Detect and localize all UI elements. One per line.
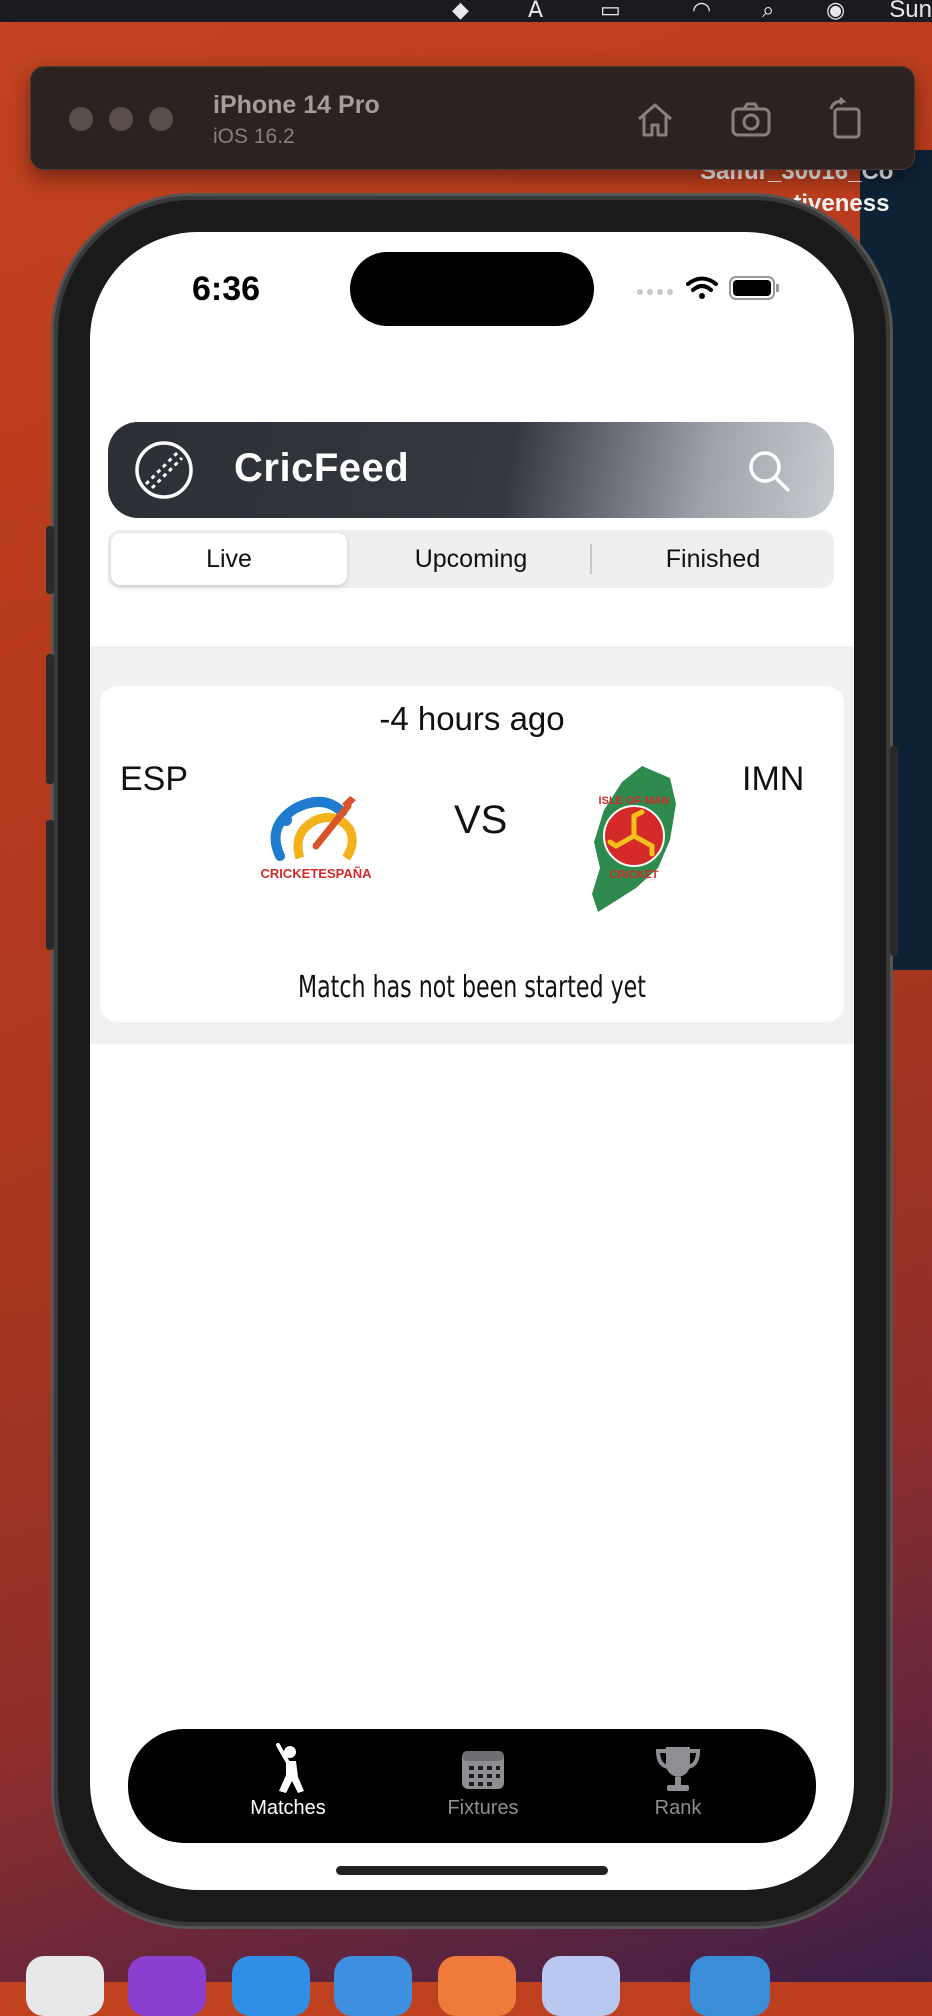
segment-upcoming[interactable]: Upcoming: [353, 533, 589, 585]
vs-label: VS: [454, 798, 508, 842]
team2-logo-text-bottom: CRICKET: [610, 869, 659, 881]
search-icon[interactable]: ⌕: [762, 0, 774, 23]
keyboard-input-icon[interactable]: A: [528, 0, 543, 23]
screenshot-button[interactable]: [727, 95, 775, 143]
action-button[interactable]: [46, 526, 54, 594]
segment-divider: [590, 544, 592, 574]
match-status-text: Match has not been started yet: [298, 970, 646, 1005]
cricket-ball-icon: [135, 441, 193, 499]
search-icon[interactable]: [744, 446, 794, 496]
minimize-window-button[interactable]: [109, 107, 133, 131]
team1-logo: CRICKETESPAÑA: [261, 796, 373, 881]
app-header: CricFeed: [108, 422, 834, 518]
control-center-icon[interactable]: ◉: [826, 0, 845, 23]
dynamic-island: [350, 252, 594, 326]
app-title: CricFeed: [234, 446, 410, 490]
tab-fixtures[interactable]: Fixtures: [383, 1735, 583, 1835]
match-status-segmented-control: Live Upcoming Finished: [108, 530, 834, 588]
team1-logo-text: CRICKETESPAÑA: [261, 866, 373, 881]
simulator-device-name: iPhone 14 Pro: [213, 91, 380, 119]
power-button[interactable]: [890, 746, 898, 956]
calendar-icon: [462, 1751, 504, 1789]
rotate-button[interactable]: [823, 95, 871, 143]
rotate-icon: [829, 96, 861, 139]
wifi-icon[interactable]: ◠: [692, 0, 711, 23]
match-list: -4 hours ago ESP IMN CRICKETESPAÑA VS IS…: [90, 646, 854, 1044]
home-indicator[interactable]: [336, 1866, 608, 1875]
battery-icon[interactable]: ▭: [600, 0, 621, 23]
home-icon: [638, 103, 672, 137]
menubar-clock[interactable]: Sun: [889, 0, 932, 24]
dock-app-folder[interactable]: [690, 1956, 770, 2016]
shield-icon[interactable]: ◆: [452, 0, 469, 23]
iphone-frame: 6:36 CricFeed Live Upcoming Finished -4 …: [46, 196, 898, 1926]
segment-finished[interactable]: Finished: [595, 533, 831, 585]
dock-app-xcode[interactable]: [232, 1956, 310, 2016]
zoom-window-button[interactable]: [149, 107, 173, 131]
mac-menubar: ◆ A ▭ ◠ ⌕ ◉ Sun: [0, 0, 932, 24]
home-button[interactable]: [631, 95, 679, 143]
match-card[interactable]: -4 hours ago ESP IMN CRICKETESPAÑA VS IS…: [100, 686, 844, 1022]
close-window-button[interactable]: [69, 107, 93, 131]
simulator-os-version: iOS 16.2: [213, 125, 295, 148]
team2-logo-text-top: ISLE OF MAN: [599, 795, 670, 807]
battery-icon: [729, 276, 779, 300]
dock-app-swift-playgrounds[interactable]: [438, 1956, 516, 2016]
tab-matches-label: Matches: [250, 1797, 326, 1819]
status-bar-icons: [637, 276, 779, 300]
tab-rank[interactable]: Rank: [578, 1735, 778, 1835]
phone-screen: 6:36 CricFeed Live Upcoming Finished -4 …: [90, 232, 854, 1890]
team2-logo: ISLE OF MAN CRICKET: [592, 766, 676, 912]
tab-matches[interactable]: Matches: [188, 1735, 388, 1835]
team1-code: ESP: [120, 760, 189, 798]
status-bar-time: 6:36: [192, 270, 261, 308]
tab-rank-label: Rank: [654, 1797, 702, 1819]
team2-code: IMN: [742, 760, 805, 798]
trophy-icon: [655, 1747, 701, 1791]
volume-down-button[interactable]: [46, 820, 54, 950]
camera-icon: [731, 102, 771, 137]
dock-app-podcasts[interactable]: [128, 1956, 206, 2016]
match-time-ago: -4 hours ago: [379, 700, 565, 737]
segment-live[interactable]: Live: [111, 533, 347, 585]
simulator-toolbar: iPhone 14 Pro iOS 16.2: [30, 66, 915, 170]
tab-bar: Matches Fixtures Rank: [128, 1729, 816, 1843]
wifi-icon: [686, 276, 718, 299]
dock-app-instruments[interactable]: [334, 1956, 412, 2016]
tab-fixtures-label: Fixtures: [447, 1797, 519, 1819]
volume-up-button[interactable]: [46, 654, 54, 784]
dock-app-chrome[interactable]: [26, 1956, 104, 2016]
cellular-signal-icon: [637, 289, 673, 295]
dock-app-preview[interactable]: [542, 1956, 620, 2016]
batsman-icon: [276, 1743, 304, 1793]
